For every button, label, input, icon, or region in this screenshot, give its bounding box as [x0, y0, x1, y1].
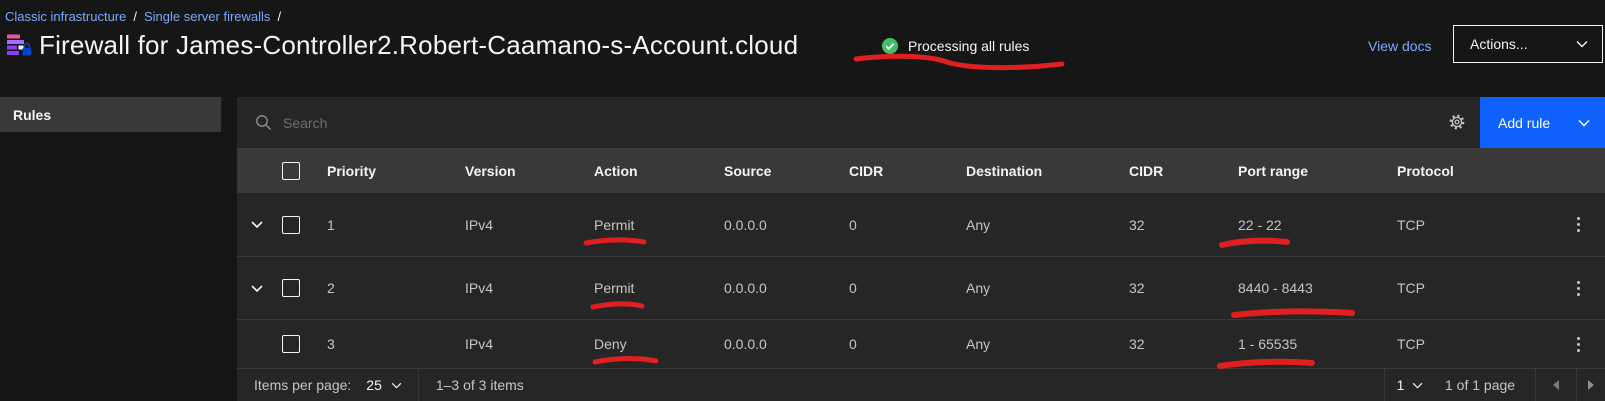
page-number-value: 1 [1397, 377, 1405, 393]
select-all-checkbox[interactable] [282, 162, 300, 180]
view-docs-link[interactable]: View docs [1368, 38, 1432, 54]
cell-source-cidr: 0 [849, 280, 966, 296]
cell-source-cidr: 0 [849, 217, 966, 233]
column-header-source-cidr: CIDR [849, 163, 966, 179]
cell-source: 0.0.0.0 [724, 217, 849, 233]
status-badge: Processing all rules [881, 37, 1029, 55]
row-checkbox[interactable] [282, 279, 300, 297]
cell-destination: Any [966, 217, 1129, 233]
cell-port-range: 8440 - 8443 [1238, 280, 1397, 296]
chevron-down-icon [1412, 382, 1423, 389]
add-rule-label: Add rule [1498, 115, 1550, 131]
cell-destination-cidr: 32 [1129, 336, 1238, 352]
table-row: 1 IPv4 Permit 0.0.0.0 0 Any 32 22 - 22 T… [237, 193, 1605, 257]
pagination-bar: Items per page: 25 1–3 of 3 items 1 1 of… [237, 368, 1605, 401]
cell-version: IPv4 [465, 217, 594, 233]
cell-destination: Any [966, 280, 1129, 296]
cell-port-range: 22 - 22 [1238, 217, 1397, 233]
cell-priority: 3 [327, 336, 465, 352]
chevron-down-icon [250, 220, 264, 229]
row-overflow-menu-icon[interactable] [1556, 275, 1601, 302]
chevron-down-icon [1576, 40, 1588, 48]
cell-destination: Any [966, 336, 1129, 352]
column-header-priority: Priority [327, 163, 465, 179]
cell-destination-cidr: 32 [1129, 280, 1238, 296]
column-header-protocol: Protocol [1397, 163, 1560, 179]
cell-source-cidr: 0 [849, 336, 966, 352]
cell-protocol: TCP [1397, 217, 1560, 233]
next-page-button[interactable] [1577, 369, 1605, 401]
items-per-page-select[interactable] [391, 382, 402, 389]
previous-page-button[interactable] [1536, 369, 1576, 401]
table-toolbar: Add rule [237, 97, 1605, 148]
page-number-select[interactable]: 1 [1385, 369, 1435, 401]
cell-port-range: 1 - 65535 [1238, 336, 1397, 352]
pagination-right: 1 1 of 1 page [1384, 369, 1605, 401]
cell-priority: 2 [327, 280, 465, 296]
table-row: 3 IPv4 Deny 0.0.0.0 0 Any 32 1 - 65535 T… [237, 320, 1605, 368]
chevron-down-icon [391, 382, 402, 389]
page-title: Firewall for James-Controller2.Robert-Ca… [39, 30, 798, 61]
column-header-action: Action [594, 163, 724, 179]
cell-source: 0.0.0.0 [724, 336, 849, 352]
settings-gear-icon[interactable] [1441, 106, 1473, 138]
row-overflow-menu-icon[interactable] [1556, 331, 1601, 358]
expand-row-chevron[interactable] [237, 220, 276, 229]
sidebar-item-rules[interactable]: Rules [0, 97, 221, 132]
column-header-port-range: Port range [1238, 163, 1397, 179]
row-overflow-menu-icon[interactable] [1556, 211, 1601, 238]
row-checkbox[interactable] [282, 216, 300, 234]
search-box [237, 97, 1137, 148]
column-header-source: Source [724, 163, 849, 179]
breadcrumb-separator: / [133, 9, 137, 24]
column-header-version: Version [465, 163, 594, 179]
row-checkbox[interactable] [282, 335, 300, 353]
column-header-destination-cidr: CIDR [1129, 163, 1238, 179]
search-input[interactable] [283, 115, 883, 131]
add-rule-button[interactable]: Add rule [1480, 97, 1605, 148]
divider [418, 369, 419, 401]
cell-destination-cidr: 32 [1129, 217, 1238, 233]
breadcrumb: Classic infrastructure / Single server f… [5, 9, 281, 24]
cell-action: Permit [594, 217, 724, 233]
actions-dropdown[interactable]: Actions... [1453, 25, 1603, 63]
items-per-page-label: Items per page: [254, 377, 351, 393]
firewall-details-page: Classic infrastructure / Single server f… [0, 0, 1605, 401]
cell-protocol: TCP [1397, 336, 1560, 352]
items-per-page-value: 25 [366, 377, 382, 393]
cell-priority: 1 [327, 217, 465, 233]
sidebar-item-rules-label: Rules [13, 107, 51, 123]
cell-protocol: TCP [1397, 280, 1560, 296]
page-count-text: 1 of 1 page [1435, 377, 1535, 393]
cell-version: IPv4 [465, 336, 594, 352]
actions-dropdown-label: Actions... [1470, 36, 1528, 52]
table-header-row: Priority Version Action Source CIDR Dest… [237, 148, 1605, 193]
status-label: Processing all rules [908, 38, 1029, 54]
column-header-destination: Destination [966, 163, 1129, 179]
firewall-icon [6, 31, 32, 57]
cell-source: 0.0.0.0 [724, 280, 849, 296]
chevron-down-icon [1578, 119, 1590, 127]
caret-right-icon [1588, 380, 1594, 390]
cell-version: IPv4 [465, 280, 594, 296]
pagination-left: Items per page: 25 1–3 of 3 items [237, 369, 524, 401]
search-icon [255, 114, 272, 131]
breadcrumb-link-single-server-firewalls[interactable]: Single server firewalls [144, 9, 270, 24]
expand-row-chevron[interactable] [237, 284, 276, 293]
breadcrumb-separator: / [277, 9, 281, 24]
items-range-text: 1–3 of 3 items [436, 377, 524, 393]
table-row: 2 IPv4 Permit 0.0.0.0 0 Any 32 8440 - 84… [237, 257, 1605, 320]
cell-action: Permit [594, 280, 724, 296]
caret-left-icon [1553, 380, 1559, 390]
checkmark-filled-icon [881, 37, 899, 55]
breadcrumb-link-classic-infrastructure[interactable]: Classic infrastructure [5, 9, 126, 24]
cell-action: Deny [594, 336, 724, 352]
chevron-down-icon [250, 284, 264, 293]
